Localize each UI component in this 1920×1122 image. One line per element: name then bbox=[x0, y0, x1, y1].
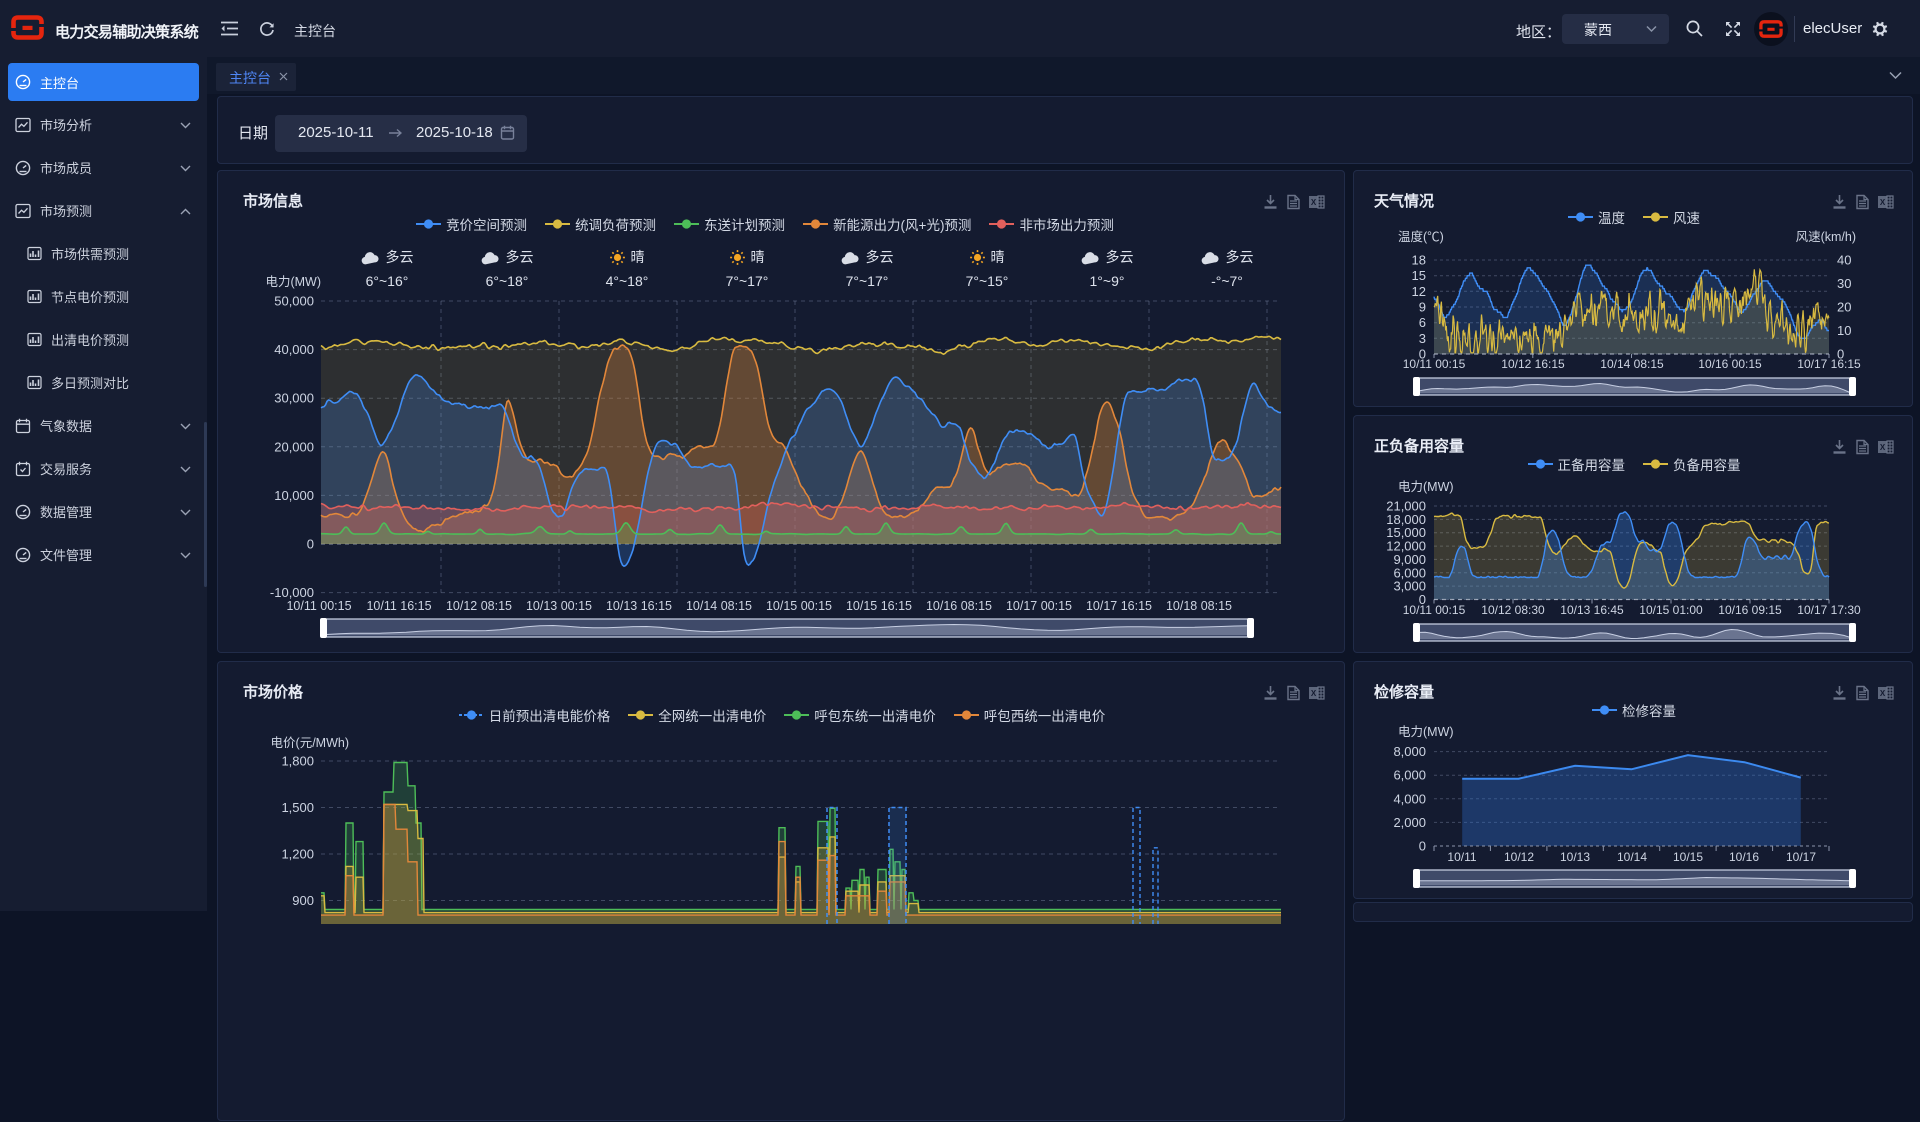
svg-text:4,000: 4,000 bbox=[1393, 791, 1426, 806]
svg-text:10/12: 10/12 bbox=[1504, 850, 1534, 864]
svg-text:10/12 16:15: 10/12 16:15 bbox=[1501, 357, 1565, 371]
svg-text:6,000: 6,000 bbox=[1393, 768, 1426, 783]
svg-text:-10,000: -10,000 bbox=[270, 585, 314, 600]
svg-text:电力(MW): 电力(MW) bbox=[1398, 725, 1454, 739]
svg-text:40: 40 bbox=[1837, 253, 1851, 268]
svg-text:10/11 00:15: 10/11 00:15 bbox=[1403, 357, 1466, 371]
svg-text:风速(km/h): 风速(km/h) bbox=[1796, 230, 1856, 244]
svg-text:10/15: 10/15 bbox=[1673, 850, 1703, 864]
svg-text:2,000: 2,000 bbox=[1393, 815, 1426, 830]
svg-text:10/17 17:30: 10/17 17:30 bbox=[1797, 603, 1861, 617]
svg-text:10/11 16:15: 10/11 16:15 bbox=[366, 599, 431, 613]
svg-text:30,000: 30,000 bbox=[274, 391, 314, 406]
svg-text:50,000: 50,000 bbox=[274, 294, 314, 309]
svg-text:15: 15 bbox=[1412, 268, 1426, 283]
svg-text:10/17 16:15: 10/17 16:15 bbox=[1797, 357, 1861, 371]
svg-text:10/16 09:15: 10/16 09:15 bbox=[1718, 603, 1782, 617]
svg-text:10/15 16:15: 10/15 16:15 bbox=[846, 599, 912, 613]
svg-text:8,000: 8,000 bbox=[1393, 744, 1426, 759]
svg-text:0: 0 bbox=[307, 537, 314, 552]
svg-text:10/16 00:15: 10/16 00:15 bbox=[1698, 357, 1762, 371]
svg-text:900: 900 bbox=[292, 893, 314, 908]
svg-text:10/14 08:15: 10/14 08:15 bbox=[1600, 357, 1664, 371]
svg-text:3: 3 bbox=[1419, 331, 1426, 346]
svg-text:10/15 00:15: 10/15 00:15 bbox=[766, 599, 832, 613]
svg-text:电力(MW): 电力(MW) bbox=[265, 275, 321, 289]
svg-text:10/11 00:15: 10/11 00:15 bbox=[286, 599, 351, 613]
svg-text:10/13 16:15: 10/13 16:15 bbox=[606, 599, 672, 613]
svg-text:10/11: 10/11 bbox=[1447, 850, 1476, 864]
svg-text:10/16: 10/16 bbox=[1729, 850, 1759, 864]
svg-text:10/13 16:45: 10/13 16:45 bbox=[1560, 603, 1624, 617]
svg-text:电力(MW): 电力(MW) bbox=[1398, 480, 1454, 494]
svg-text:10/13: 10/13 bbox=[1560, 850, 1590, 864]
svg-text:10/17: 10/17 bbox=[1786, 850, 1816, 864]
svg-text:10/14: 10/14 bbox=[1617, 850, 1647, 864]
svg-text:1,800: 1,800 bbox=[281, 754, 314, 769]
svg-text:1,200: 1,200 bbox=[281, 847, 314, 862]
svg-text:10/13 00:15: 10/13 00:15 bbox=[526, 599, 592, 613]
svg-text:10: 10 bbox=[1837, 323, 1851, 338]
svg-text:30: 30 bbox=[1837, 276, 1851, 291]
svg-text:10/18 08:15: 10/18 08:15 bbox=[1166, 599, 1232, 613]
svg-text:10/12 08:30: 10/12 08:30 bbox=[1481, 603, 1545, 617]
svg-text:温度(℃): 温度(℃) bbox=[1398, 229, 1444, 244]
svg-text:40,000: 40,000 bbox=[274, 342, 314, 357]
svg-text:10/12 08:15: 10/12 08:15 bbox=[446, 599, 512, 613]
svg-text:10/16 08:15: 10/16 08:15 bbox=[926, 599, 992, 613]
svg-text:10/17 00:15: 10/17 00:15 bbox=[1006, 599, 1072, 613]
svg-text:20,000: 20,000 bbox=[274, 439, 314, 454]
svg-text:12: 12 bbox=[1412, 284, 1426, 299]
svg-text:6: 6 bbox=[1419, 315, 1426, 330]
svg-text:10,000: 10,000 bbox=[274, 488, 314, 503]
svg-text:9: 9 bbox=[1419, 300, 1426, 315]
svg-text:18: 18 bbox=[1412, 253, 1426, 268]
svg-text:10/15 01:00: 10/15 01:00 bbox=[1639, 603, 1703, 617]
svg-text:20: 20 bbox=[1837, 300, 1851, 315]
svg-text:1,500: 1,500 bbox=[281, 800, 314, 815]
svg-text:10/14 08:15: 10/14 08:15 bbox=[686, 599, 752, 613]
svg-text:10/11 00:15: 10/11 00:15 bbox=[1403, 603, 1466, 617]
svg-text:10/17 16:15: 10/17 16:15 bbox=[1086, 599, 1152, 613]
svg-text:电价(元/MWh): 电价(元/MWh) bbox=[271, 736, 349, 750]
svg-text:0: 0 bbox=[1419, 839, 1426, 854]
